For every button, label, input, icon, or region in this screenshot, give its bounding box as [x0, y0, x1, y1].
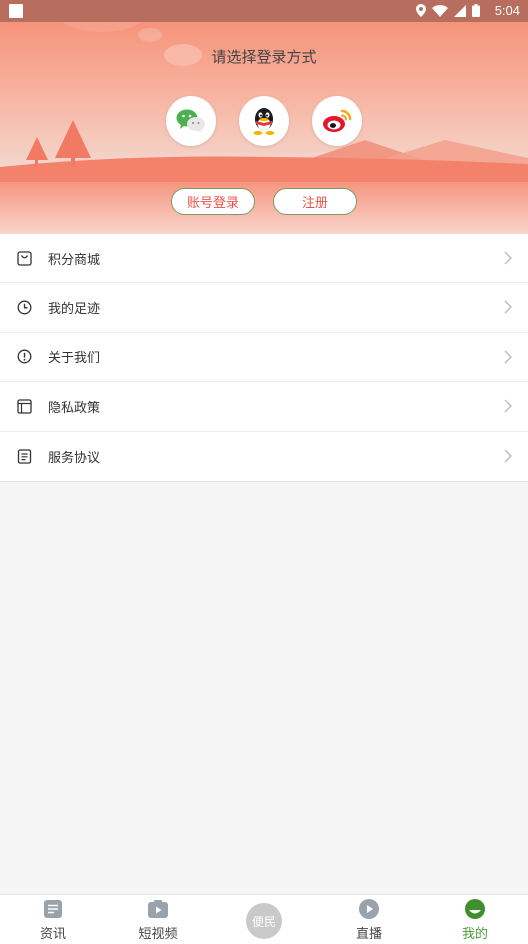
chevron-right-icon — [504, 251, 512, 265]
clock-icon — [16, 300, 32, 316]
menu-item-label: 隐私政策 — [48, 400, 101, 416]
chevron-right-icon — [504, 449, 512, 463]
bottom-navigation: 资讯 短视频 便民 直播 我的 — [0, 894, 528, 944]
play-icon — [359, 899, 379, 919]
login-title: 请选择登录方式 — [211, 48, 317, 66]
wifi-icon — [432, 4, 448, 17]
profile-icon — [465, 899, 485, 919]
menu-item-label: 关于我们 — [48, 351, 101, 367]
weibo-icon — [323, 109, 352, 132]
window-icon — [16, 398, 32, 414]
nav-short-video[interactable]: 短视频 — [123, 897, 193, 942]
menu-item-service-agreement[interactable]: 服务协议 — [0, 432, 528, 481]
nav-live[interactable]: 直播 — [334, 897, 404, 942]
location-icon — [416, 4, 426, 17]
document-icon — [16, 448, 32, 464]
weibo-login-button[interactable] — [312, 96, 362, 146]
settings-menu: 积分商城 我的足迹 关于我们 隐私政策 服务协议 — [0, 234, 528, 482]
account-login-button[interactable]: 账号登录 — [171, 188, 255, 215]
status-bar: 5:04 — [0, 0, 528, 22]
nav-label: 直播 — [355, 927, 382, 942]
nav-news[interactable]: 资讯 — [18, 897, 88, 942]
login-header: 请选择登录方式 账号登录 注册 — [0, 22, 528, 234]
menu-item-label: 积分商城 — [48, 252, 101, 268]
chevron-right-icon — [504, 350, 512, 364]
menu-item-label: 服务协议 — [48, 450, 101, 466]
status-time: 5:04 — [494, 3, 520, 18]
chevron-right-icon — [504, 399, 512, 413]
nav-mine[interactable]: 我的 — [440, 897, 510, 942]
signal-icon — [454, 4, 466, 17]
menu-item-label: 我的足迹 — [48, 302, 101, 318]
qq-icon — [253, 108, 275, 135]
menu-item-points-mall[interactable]: 积分商城 — [0, 234, 528, 284]
nav-label: 资讯 — [39, 927, 66, 942]
qq-login-button[interactable] — [239, 96, 289, 146]
info-icon — [16, 349, 32, 365]
convenience-button[interactable]: 便民 — [246, 903, 282, 939]
nav-label: 我的 — [461, 927, 488, 942]
menu-item-privacy-policy[interactable]: 隐私政策 — [0, 382, 528, 432]
nav-label: 短视频 — [138, 927, 178, 942]
wechat-login-button[interactable] — [166, 96, 216, 146]
news-icon — [43, 899, 63, 919]
shopping-bag-icon — [16, 250, 32, 266]
short-video-icon — [148, 899, 168, 919]
notification-icon — [9, 4, 23, 18]
menu-item-my-footprint[interactable]: 我的足迹 — [0, 283, 528, 333]
chevron-right-icon — [504, 300, 512, 314]
wechat-icon — [176, 109, 205, 133]
status-icons — [416, 4, 480, 17]
menu-item-about-us[interactable]: 关于我们 — [0, 333, 528, 383]
register-button[interactable]: 注册 — [273, 188, 357, 215]
battery-icon — [472, 4, 480, 17]
